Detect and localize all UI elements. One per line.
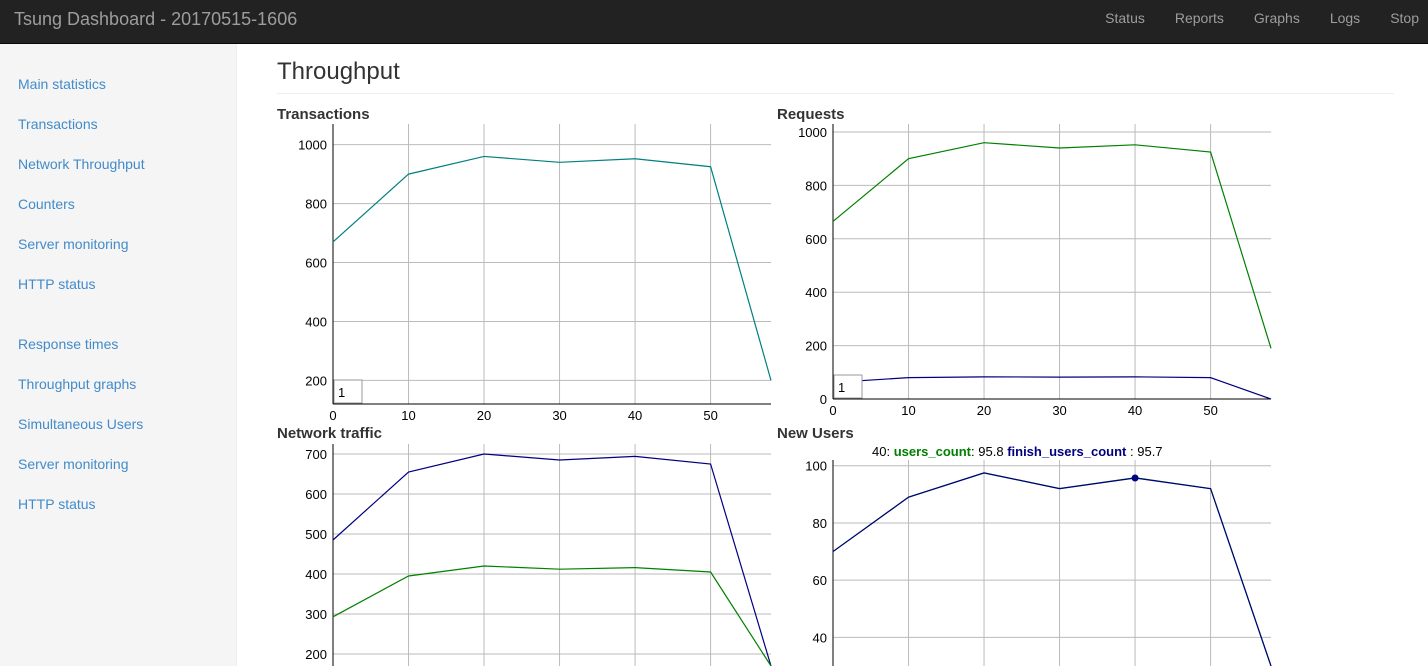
nav-logs-link[interactable]: Logs	[1315, 0, 1375, 44]
legend-users-count-value: 95.8	[978, 444, 1004, 459]
network-traffic-y-tick-label: 400	[305, 567, 327, 582]
requests-chart-title: Requests	[777, 106, 845, 123]
transactions-x-tick-label: 40	[628, 408, 642, 423]
legend-finish-users-count-value: 95.7	[1137, 444, 1163, 459]
sidebar-item-main-statistics[interactable]: Main statistics	[18, 76, 106, 92]
nav-reports-link[interactable]: Reports	[1160, 0, 1239, 44]
network-traffic-y-tick-label: 700	[305, 447, 327, 462]
network-traffic-chart: 200 300 400 500 600 700	[305, 444, 772, 666]
sidebar-item-response-times[interactable]: Response times	[18, 336, 118, 352]
network-traffic-y-tick-label: 500	[305, 527, 327, 542]
network-traffic-series-line-0	[332, 453, 772, 666]
sidebar-item-counters[interactable]: Counters	[18, 196, 75, 212]
new-users-y-tick-label: 80	[813, 516, 827, 531]
network-traffic-chart-title: Network traffic	[277, 425, 383, 442]
page-title: Throughput	[277, 58, 400, 85]
transactions-y-tick-label: 400	[305, 314, 327, 329]
transactions-roller-value[interactable]: 1	[338, 385, 345, 400]
network-traffic-y-tick-label: 200	[305, 647, 327, 662]
requests-y-tick-label: 600	[805, 232, 827, 247]
requests-series-line-1	[832, 376, 1272, 400]
nav-links: Status Reports Graphs Logs Stop	[1090, 0, 1428, 44]
requests-x-tick-label: 30	[1052, 403, 1066, 418]
nav-stop-link[interactable]: Stop	[1375, 0, 1428, 44]
new-users-chart-title: New Users	[777, 425, 854, 442]
requests-series-line-0	[832, 142, 1272, 349]
sidebar-item-throughput-graphs[interactable]: Throughput graphs	[18, 376, 136, 392]
transactions-x-tick-label: 20	[477, 408, 491, 423]
new-users-legend: 40: users_count: 95.8 finish_users_count…	[872, 444, 1163, 459]
network-traffic-y-tick-label: 600	[305, 487, 327, 502]
requests-y-tick-label: 400	[805, 285, 827, 300]
transactions-y-tick-label: 600	[305, 256, 327, 271]
transactions-x-tick-label: 0	[329, 408, 336, 423]
legend-users-count-name: users_count	[893, 444, 972, 459]
sidebar-item-transactions[interactable]: Transactions	[18, 116, 98, 132]
new-users-y-tick-label: 40	[813, 630, 827, 645]
legend-x-value: 40	[872, 444, 887, 459]
network-traffic-y-tick-label: 300	[305, 607, 327, 622]
transactions-y-tick-label: 1000	[298, 138, 327, 153]
requests-y-tick-label: 800	[805, 178, 827, 193]
nav-status-link[interactable]: Status	[1090, 0, 1160, 44]
transactions-series-line-0	[332, 155, 772, 381]
requests-y-tick-label: 200	[805, 339, 827, 354]
requests-x-tick-label: 0	[829, 403, 836, 418]
transactions-x-tick-label: 50	[703, 408, 717, 423]
nav-graphs-link[interactable]: Graphs	[1239, 0, 1315, 44]
requests-x-tick-label: 20	[977, 403, 991, 418]
sidebar-item-http-status-graphs[interactable]: HTTP status	[18, 496, 96, 512]
requests-x-tick-label: 40	[1128, 403, 1142, 418]
brand-title[interactable]: Tsung Dashboard - 20170515-1606	[14, 9, 297, 30]
new-users-highlight-point	[1131, 474, 1139, 482]
new-users-chart: 40 60 80 100	[805, 459, 1272, 666]
new-users-y-tick-label: 60	[813, 573, 827, 588]
requests-x-tick-label: 50	[1203, 403, 1217, 418]
sidebar: Main statistics Transactions Network Thr…	[0, 44, 237, 666]
transactions-y-tick-label: 800	[305, 197, 327, 212]
transactions-x-tick-label: 30	[552, 408, 566, 423]
sidebar-item-simultaneous-users[interactable]: Simultaneous Users	[18, 416, 143, 432]
new-users-y-tick-label: 100	[805, 459, 827, 474]
sidebar-item-server-monitoring[interactable]: Server monitoring	[18, 236, 129, 252]
requests-x-tick-label: 10	[901, 403, 915, 418]
title-divider	[277, 93, 1394, 94]
network-traffic-series-line-1	[332, 565, 772, 666]
sidebar-item-server-monitoring-graphs[interactable]: Server monitoring	[18, 456, 129, 472]
requests-y-tick-label: 1000	[798, 125, 827, 140]
transactions-chart-title: Transactions	[277, 106, 370, 123]
requests-chart: 0 200 400 600 800 1000 0 10 20 30 40 50 1	[798, 124, 1272, 418]
legend-finish-users-count-name: finish_users_count	[1007, 444, 1127, 459]
transactions-y-tick-label: 200	[305, 373, 327, 388]
sidebar-item-network-throughput[interactable]: Network Throughput	[18, 156, 145, 172]
requests-roller-value[interactable]: 1	[838, 380, 845, 395]
transactions-x-tick-label: 10	[401, 408, 415, 423]
sidebar-item-http-status[interactable]: HTTP status	[18, 276, 96, 292]
top-navbar: Tsung Dashboard - 20170515-1606 Status R…	[0, 0, 1428, 44]
requests-y-tick-label: 0	[820, 392, 827, 407]
transactions-chart: 200 400 600 800 1000 0 10 20 30 40 50 1	[298, 124, 772, 423]
